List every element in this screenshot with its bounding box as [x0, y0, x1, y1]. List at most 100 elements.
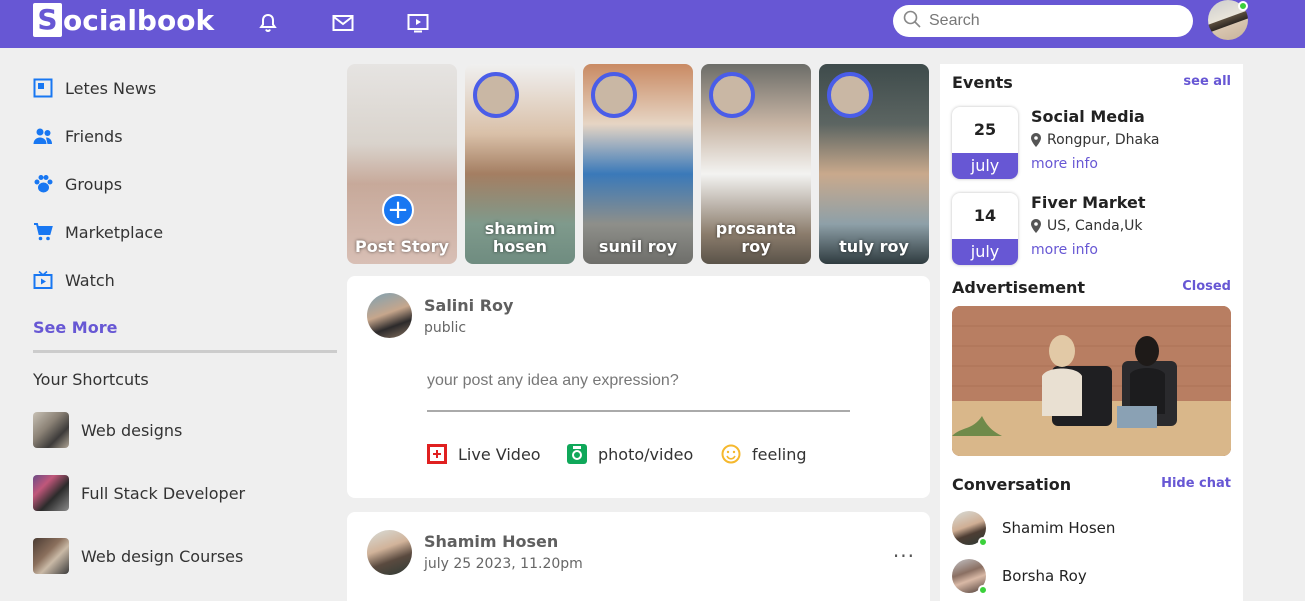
- camera-icon: [567, 444, 587, 464]
- conversation-title: Conversation: [952, 475, 1072, 494]
- search-input[interactable]: [929, 12, 1169, 30]
- live-video-button[interactable]: Live Video: [427, 444, 541, 464]
- shortcut-thumbnail: [33, 412, 69, 448]
- online-status-dot: [978, 585, 988, 595]
- sidebar-item-label: Friends: [65, 126, 123, 146]
- story-card[interactable]: shamim hosen: [465, 64, 575, 264]
- story-avatar: [591, 72, 637, 118]
- shortcut-label: Full Stack Developer: [81, 483, 246, 503]
- conversation-item[interactable]: Borsha Roy: [952, 559, 1087, 595]
- composer-avatar[interactable]: [367, 293, 412, 338]
- left-sidebar: Letes News Friends Groups Marketplace Wa…: [0, 48, 345, 601]
- logo[interactable]: S ocialbook: [33, 3, 214, 37]
- event-day: 14: [973, 206, 997, 225]
- sidebar-divider: [33, 350, 337, 353]
- logo-letter: S: [33, 3, 62, 37]
- post-text-input[interactable]: [427, 372, 850, 412]
- action-label: Live Video: [458, 444, 541, 464]
- sidebar-item-friends[interactable]: Friends: [33, 126, 123, 146]
- story-label: tuly roy: [839, 237, 909, 256]
- bell-icon[interactable]: [256, 12, 280, 34]
- event-title: Fiver Market: [1031, 193, 1146, 212]
- top-navbar: S ocialbook: [0, 0, 1305, 48]
- story-card[interactable]: tuly roy: [819, 64, 929, 264]
- event-more-info-link[interactable]: more info: [1031, 156, 1098, 172]
- event-date-badge: 14 july: [952, 193, 1018, 265]
- conversation-avatar: [952, 511, 988, 547]
- sidebar-item-label: Marketplace: [65, 222, 164, 242]
- post-author-avatar[interactable]: [367, 530, 412, 575]
- event-date-badge: 25 july: [952, 107, 1018, 179]
- feeling-button[interactable]: feeling: [721, 444, 807, 464]
- right-sidebar: Events see all 25 july Social Media Rong…: [940, 64, 1243, 601]
- sidebar-item-marketplace[interactable]: Marketplace: [33, 222, 163, 242]
- shortcut-thumbnail: [33, 538, 69, 574]
- event-location-text: US, Canda,Uk: [1047, 218, 1143, 234]
- shortcut-label: Web designs: [81, 420, 183, 440]
- story-card[interactable]: sunil roy: [583, 64, 693, 264]
- advertisement-close-link[interactable]: Closed: [1182, 279, 1231, 294]
- advertisement-title: Advertisement: [952, 278, 1086, 297]
- shortcut-web-designs[interactable]: Web designs: [33, 412, 182, 448]
- story-label: Post Story: [355, 237, 449, 256]
- sidebar-item-label: Groups: [65, 174, 123, 194]
- story-avatar: [827, 72, 873, 118]
- event-title: Social Media: [1031, 107, 1145, 126]
- sidebar-item-groups[interactable]: Groups: [33, 174, 122, 194]
- event-month: july: [952, 153, 1018, 179]
- sidebar-item-watch[interactable]: Watch: [33, 270, 115, 290]
- shortcut-full-stack[interactable]: Full Stack Developer: [33, 475, 245, 511]
- photo-video-button[interactable]: photo/video: [567, 444, 693, 464]
- conversation-name: Borsha Roy: [1002, 567, 1087, 585]
- composer-name[interactable]: Salini Roy: [424, 296, 513, 315]
- action-label: feeling: [752, 444, 807, 464]
- story-label: shamim hosen: [484, 219, 556, 256]
- friends-icon: [33, 126, 53, 146]
- composer-visibility: public: [424, 320, 467, 336]
- news-icon: [33, 78, 53, 98]
- story-post-story[interactable]: + Post Story: [347, 64, 457, 264]
- event-location: Rongpur, Dhaka: [1031, 132, 1160, 148]
- action-label: photo/video: [598, 444, 694, 464]
- conversation-name: Shamim Hosen: [1002, 519, 1116, 537]
- story-card[interactable]: prosanta roy: [701, 64, 811, 264]
- post-timestamp: july 25 2023, 11.20pm: [424, 556, 583, 572]
- hide-chat-link[interactable]: Hide chat: [1161, 476, 1231, 491]
- add-story-icon[interactable]: +: [382, 194, 414, 226]
- online-status-dot: [978, 537, 988, 547]
- post-composer: Salini Roy public Live Video photo/video…: [347, 276, 930, 498]
- event-location: US, Canda,Uk: [1031, 218, 1143, 234]
- shortcuts-title: Your Shortcuts: [33, 370, 149, 389]
- event-more-info-link[interactable]: more info: [1031, 242, 1098, 258]
- post-card: Shamim Hosen july 25 2023, 11.20pm ...: [347, 512, 930, 601]
- logo-text: ocialbook: [63, 3, 215, 37]
- events-title: Events: [952, 73, 1013, 92]
- story-avatar: [473, 72, 519, 118]
- conversation-avatar: [952, 559, 988, 595]
- video-icon[interactable]: [406, 12, 430, 34]
- story-avatar: [709, 72, 755, 118]
- search-box[interactable]: [893, 5, 1193, 37]
- see-more-link[interactable]: See More: [33, 318, 117, 337]
- event-location-text: Rongpur, Dhaka: [1047, 132, 1160, 148]
- sidebar-item-news[interactable]: Letes News: [33, 78, 156, 98]
- advertisement-image[interactable]: [952, 306, 1231, 456]
- story-label: prosanta roy: [715, 219, 797, 256]
- shortcut-label: Web design Courses: [81, 546, 244, 566]
- shortcut-web-design-courses[interactable]: Web design Courses: [33, 538, 243, 574]
- tv-icon: [33, 270, 53, 290]
- location-pin-icon: [1031, 133, 1041, 147]
- story-label: sunil roy: [598, 237, 678, 256]
- post-author-name[interactable]: Shamim Hosen: [424, 532, 558, 551]
- groups-icon: [33, 174, 53, 194]
- shortcut-thumbnail: [33, 475, 69, 511]
- live-video-icon: [427, 444, 447, 464]
- conversation-item[interactable]: Shamim Hosen: [952, 511, 1116, 547]
- post-menu-icon[interactable]: ...: [893, 538, 915, 562]
- online-status-dot: [1238, 1, 1248, 11]
- cart-icon: [33, 222, 53, 242]
- mail-icon[interactable]: [331, 12, 355, 34]
- events-see-all-link[interactable]: see all: [1183, 74, 1231, 89]
- sidebar-item-label: Letes News: [65, 78, 157, 98]
- sidebar-item-label: Watch: [65, 270, 115, 290]
